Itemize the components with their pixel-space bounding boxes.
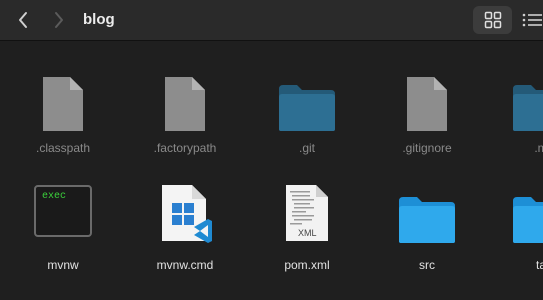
finder-window: blog .classpath .factorypath .git .gitig… xyxy=(0,0,543,300)
list-view-button[interactable] xyxy=(522,6,543,34)
grid-view-button[interactable] xyxy=(473,6,512,34)
forward-button[interactable] xyxy=(48,9,70,31)
file-label: .git xyxy=(298,141,315,155)
file-label: .classpath xyxy=(35,141,91,155)
back-button[interactable] xyxy=(12,9,34,31)
vscode-file-icon xyxy=(126,181,244,245)
toolbar: blog xyxy=(0,0,543,41)
file-label: .gitignore xyxy=(402,141,452,155)
terminal-exec-icon: exec xyxy=(4,181,122,245)
file-label: pom.xml xyxy=(284,258,330,272)
chevron-right-icon xyxy=(55,12,63,28)
file-label: src xyxy=(419,258,435,272)
file-label: .factorypath xyxy=(153,141,217,155)
document-icon xyxy=(4,69,122,133)
folder-icon xyxy=(482,181,543,245)
document-icon xyxy=(368,69,486,133)
file-grid: .classpath .factorypath .git .gitignore … xyxy=(0,41,543,300)
list-view-icon xyxy=(522,13,542,27)
file-label: .m xyxy=(534,141,543,155)
xml-badge-text: XML xyxy=(298,228,317,238)
file-label: mvnw xyxy=(47,258,79,272)
exec-badge-text: exec xyxy=(42,191,67,202)
xml-file-icon: XML xyxy=(248,181,366,245)
window-title: blog xyxy=(83,11,115,28)
folder-icon xyxy=(248,69,366,133)
folder-icon xyxy=(368,181,486,245)
folder-icon xyxy=(482,69,543,133)
file-label: ta xyxy=(535,258,543,272)
grid-view-icon xyxy=(484,11,501,29)
document-icon xyxy=(126,69,244,133)
file-label: mvnw.cmd xyxy=(156,258,214,272)
chevron-left-icon xyxy=(19,12,27,28)
